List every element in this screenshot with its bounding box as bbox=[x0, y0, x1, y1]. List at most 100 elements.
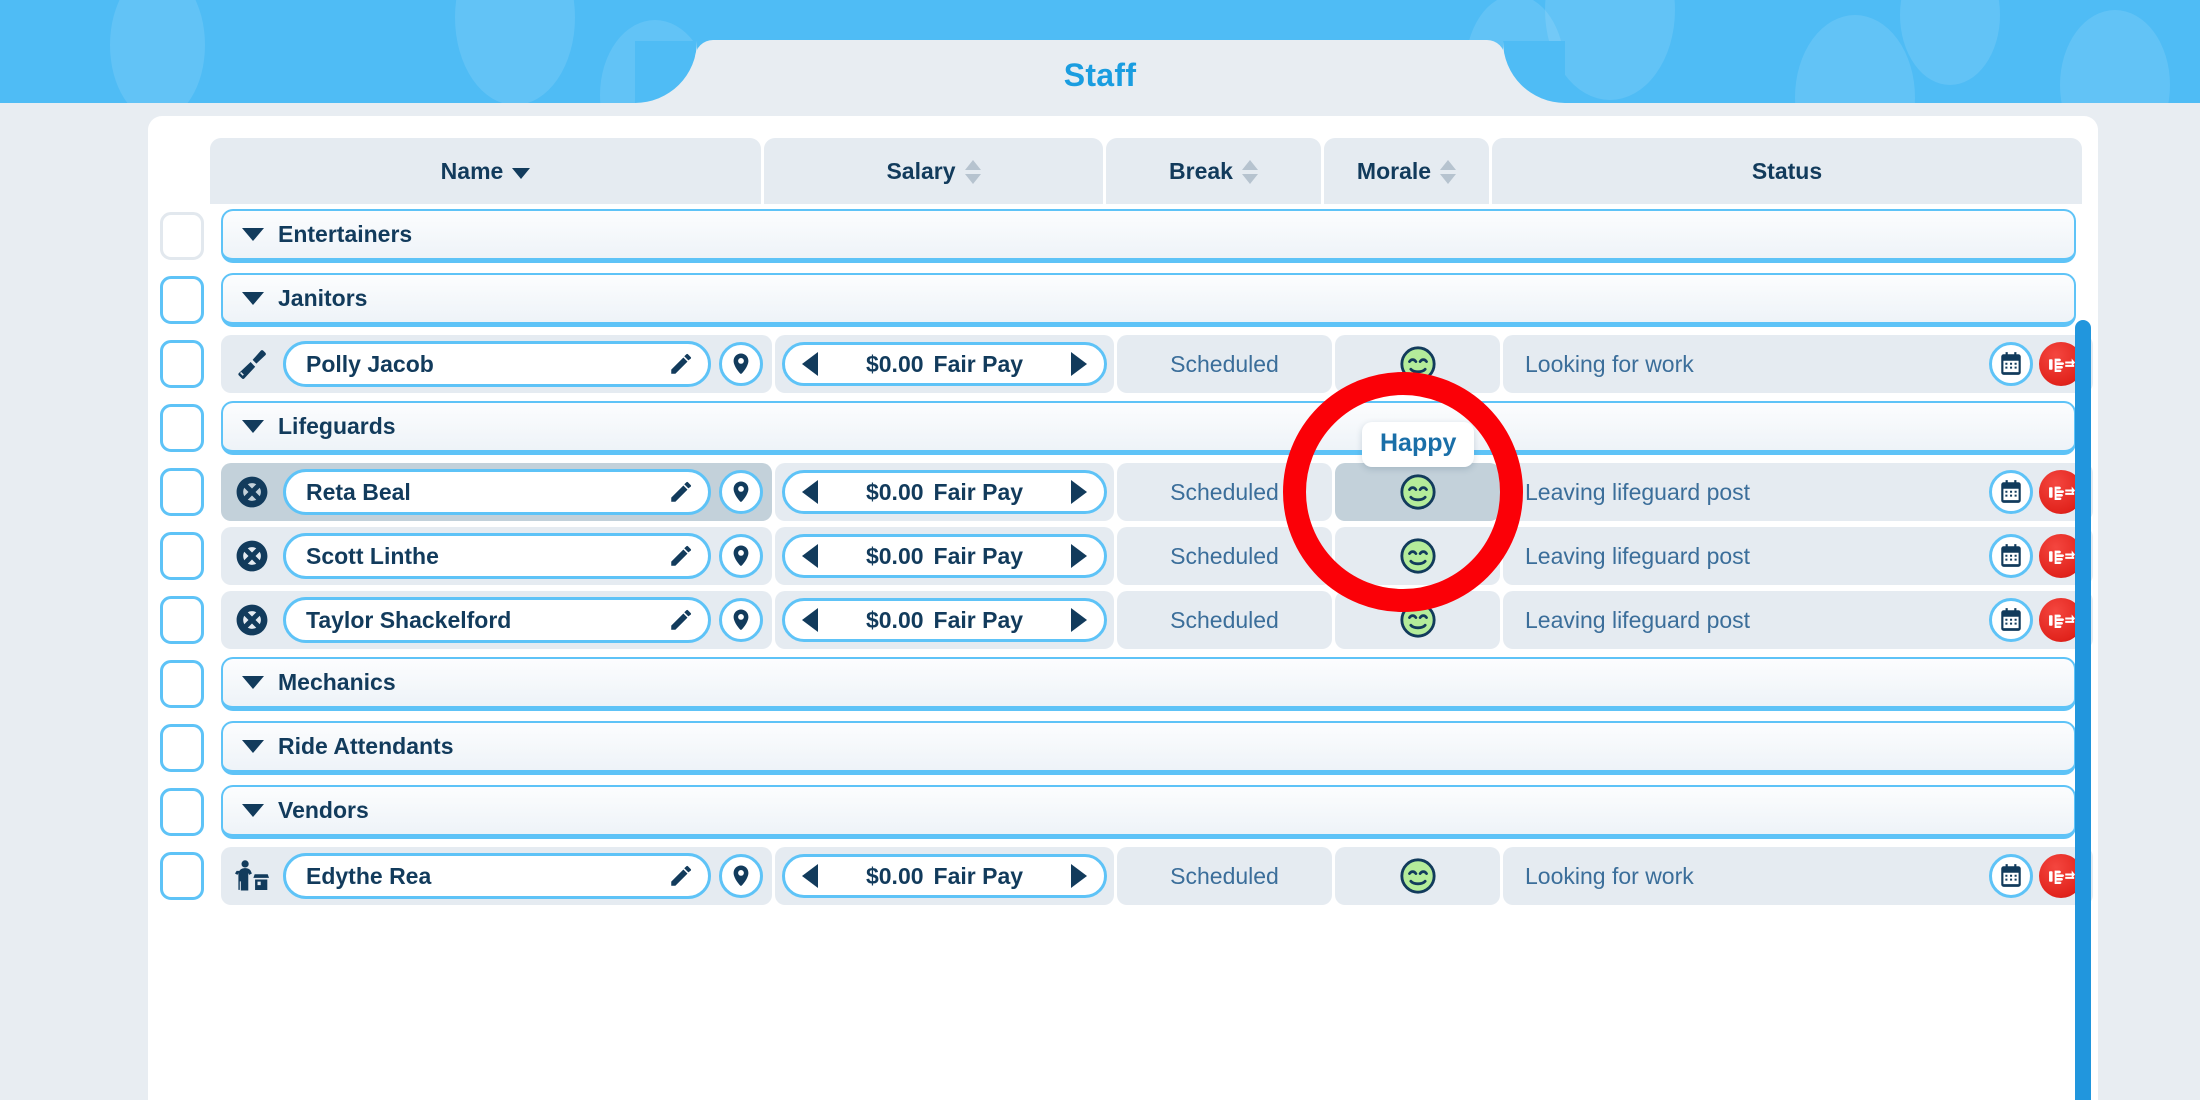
row-checkbox[interactable] bbox=[160, 340, 204, 388]
cell-morale[interactable] bbox=[1335, 527, 1500, 585]
salary-tier-label: Fair Pay bbox=[934, 607, 1024, 634]
staff-name-field[interactable]: Polly Jacob bbox=[283, 341, 711, 387]
arrow-right-icon[interactable] bbox=[1071, 544, 1087, 568]
staff-name-field[interactable]: Edythe Rea bbox=[283, 853, 711, 899]
row-checkbox[interactable] bbox=[160, 468, 204, 516]
cell-break[interactable]: Scheduled bbox=[1117, 527, 1332, 585]
staff-name-field[interactable]: Scott Linthe bbox=[283, 533, 711, 579]
salary-stepper[interactable]: $0.00Fair Pay bbox=[782, 342, 1107, 386]
group-label: Janitors bbox=[278, 285, 367, 312]
pencil-icon[interactable] bbox=[668, 863, 694, 889]
staff-name-field[interactable]: Taylor Shackelford bbox=[283, 597, 711, 643]
staff-panel: Name Salary Break Morale Status Entertai… bbox=[148, 116, 2098, 1100]
row-checkbox[interactable] bbox=[160, 276, 204, 324]
salary-stepper[interactable]: $0.00 Fair Pay bbox=[782, 470, 1107, 514]
staff-row-content[interactable]: Edythe Rea$0.00Fair PayScheduledLooking … bbox=[221, 847, 2093, 905]
row-checkbox[interactable] bbox=[160, 404, 204, 452]
group-header-vendors[interactable]: Vendors bbox=[221, 785, 2076, 839]
pencil-icon[interactable] bbox=[668, 479, 694, 505]
salary-tier-label: Fair Pay bbox=[934, 479, 1024, 506]
happy-face-icon bbox=[1399, 857, 1437, 895]
salary-stepper[interactable]: $0.00 Fair Pay bbox=[782, 854, 1107, 898]
arrow-left-icon[interactable] bbox=[802, 352, 818, 376]
location-pin-icon[interactable] bbox=[719, 470, 763, 514]
staff-group-row: Ride Attendants bbox=[148, 716, 2098, 780]
group-header-ride-attendants[interactable]: Ride Attendants bbox=[221, 721, 2076, 775]
cell-morale[interactable] bbox=[1335, 847, 1500, 905]
row-checkbox[interactable] bbox=[160, 724, 204, 772]
arrow-left-icon[interactable] bbox=[802, 608, 818, 632]
staff-name-field[interactable]: Reta Beal bbox=[283, 469, 711, 515]
salary-amount: $0.00 bbox=[866, 863, 924, 890]
column-header-name[interactable]: Name bbox=[210, 138, 761, 204]
salary-value-group: $0.00Fair Pay bbox=[866, 543, 1023, 570]
row-checkbox[interactable] bbox=[160, 852, 204, 900]
decorative-bubble bbox=[2060, 10, 2170, 103]
arrow-left-icon[interactable] bbox=[802, 480, 818, 504]
group-header-janitors[interactable]: Janitors bbox=[221, 273, 2076, 327]
column-header-morale[interactable]: Morale bbox=[1324, 138, 1489, 204]
row-checkbox[interactable] bbox=[160, 212, 204, 260]
location-pin-icon[interactable] bbox=[719, 598, 763, 642]
group-header-lifeguards[interactable]: Lifeguards bbox=[221, 401, 2076, 455]
status-text: Looking for work bbox=[1525, 351, 1979, 378]
cell-morale[interactable] bbox=[1335, 591, 1500, 649]
staff-group-row: Vendors bbox=[148, 780, 2098, 844]
cell-salary: $0.00Fair Pay bbox=[775, 591, 1114, 649]
arrow-left-icon[interactable] bbox=[802, 864, 818, 888]
staff-row: Reta Beal $0.00 Fair Pay Scheduled Leaving l… bbox=[148, 460, 2098, 524]
location-pin-icon[interactable] bbox=[719, 342, 763, 386]
column-header-salary[interactable]: Salary bbox=[764, 138, 1103, 204]
staff-row-content[interactable]: Scott Linthe$0.00Fair PayScheduledLeavin… bbox=[221, 527, 2093, 585]
arrow-right-icon[interactable] bbox=[1071, 352, 1087, 376]
cell-break[interactable]: Scheduled bbox=[1117, 847, 1332, 905]
cell-break[interactable]: Scheduled bbox=[1117, 591, 1332, 649]
salary-amount: $0.00 bbox=[866, 479, 924, 506]
arrow-right-icon[interactable] bbox=[1071, 480, 1087, 504]
staff-group-row: Lifeguards bbox=[148, 396, 2098, 460]
break-status-text: Scheduled bbox=[1170, 543, 1279, 570]
cell-salary: $0.00 Fair Pay bbox=[775, 847, 1114, 905]
salary-stepper[interactable]: $0.00Fair Pay bbox=[782, 534, 1107, 578]
column-header-name-label: Name bbox=[441, 158, 504, 185]
staff-row-content[interactable]: Polly Jacob $0.00Fair PayScheduled Looking… bbox=[221, 335, 2093, 393]
calendar-icon[interactable] bbox=[1989, 598, 2033, 642]
arrow-right-icon[interactable] bbox=[1071, 864, 1087, 888]
arrow-right-icon[interactable] bbox=[1071, 608, 1087, 632]
location-pin-icon[interactable] bbox=[719, 534, 763, 578]
location-pin-icon[interactable] bbox=[719, 854, 763, 898]
row-checkbox[interactable] bbox=[160, 532, 204, 580]
arrow-left-icon[interactable] bbox=[802, 544, 818, 568]
cell-name: Polly Jacob bbox=[221, 335, 772, 393]
group-header-mechanics[interactable]: Mechanics bbox=[221, 657, 2076, 711]
calendar-icon[interactable] bbox=[1989, 470, 2033, 514]
salary-tier-label: Fair Pay bbox=[934, 863, 1024, 890]
row-checkbox[interactable] bbox=[160, 788, 204, 836]
cell-break[interactable]: Scheduled bbox=[1117, 463, 1332, 521]
salary-amount: $0.00 bbox=[866, 351, 924, 378]
pencil-icon[interactable] bbox=[668, 607, 694, 633]
calendar-icon[interactable] bbox=[1989, 342, 2033, 386]
staff-row-content[interactable]: Taylor Shackelford $0.00Fair PayScheduled… bbox=[221, 591, 2093, 649]
status-text: Leaving lifeguard post bbox=[1525, 479, 1979, 506]
column-header-status[interactable]: Status bbox=[1492, 138, 2082, 204]
salary-stepper[interactable]: $0.00Fair Pay bbox=[782, 598, 1107, 642]
pencil-icon[interactable] bbox=[668, 351, 694, 377]
group-header-entertainers[interactable]: Entertainers bbox=[221, 209, 2076, 263]
cell-morale[interactable] bbox=[1335, 463, 1500, 521]
staff-row-content[interactable]: Reta Beal $0.00 Fair Pay Scheduled Leaving l… bbox=[221, 463, 2093, 521]
cell-break[interactable]: Scheduled bbox=[1117, 335, 1332, 393]
row-checkbox[interactable] bbox=[160, 660, 204, 708]
pencil-icon[interactable] bbox=[668, 543, 694, 569]
row-checkbox[interactable] bbox=[160, 596, 204, 644]
row-action-group bbox=[1989, 534, 2083, 578]
calendar-icon[interactable] bbox=[1989, 534, 2033, 578]
cell-morale[interactable] bbox=[1335, 335, 1500, 393]
column-header-break[interactable]: Break bbox=[1106, 138, 1321, 204]
staff-tab[interactable]: Staff bbox=[635, 40, 1565, 103]
column-header-status-label: Status bbox=[1752, 158, 1822, 185]
calendar-icon[interactable] bbox=[1989, 854, 2033, 898]
decorative-bubble bbox=[1900, 0, 2000, 85]
vertical-scrollbar[interactable] bbox=[2075, 320, 2091, 1100]
cell-name: Taylor Shackelford bbox=[221, 591, 772, 649]
